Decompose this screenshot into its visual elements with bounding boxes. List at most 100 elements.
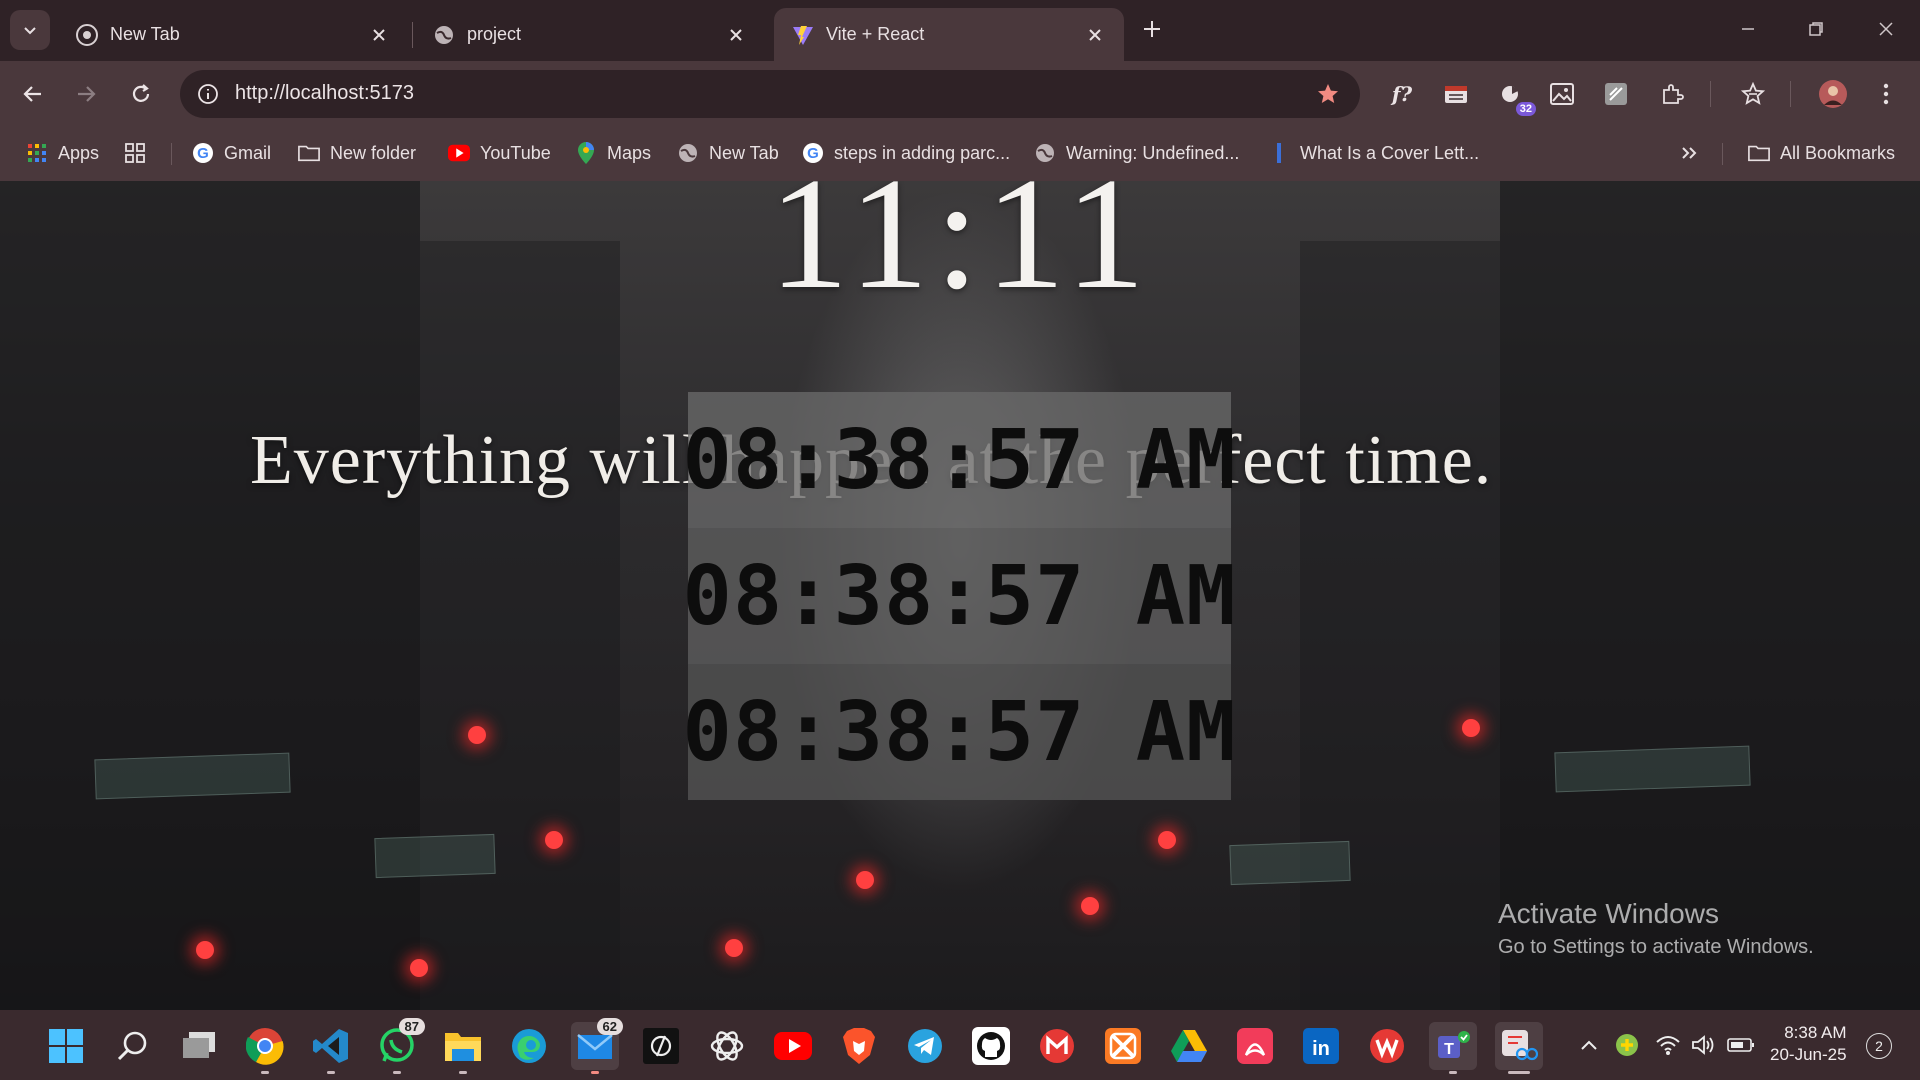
tab-vite-react[interactable]: Vite + React: [774, 8, 1124, 61]
bookmarks-overflow-button[interactable]: [1678, 137, 1710, 169]
tab-title: Vite + React: [826, 24, 925, 44]
background-building: [1300, 241, 1500, 1010]
clock-time: 08:38:57 AM: [682, 684, 1237, 780]
show-hidden-icons-button[interactable]: [1578, 1032, 1600, 1058]
notes-extension-icon[interactable]: [1598, 76, 1634, 112]
dark-app-taskbar[interactable]: [637, 1022, 685, 1070]
google-drive-taskbar-app[interactable]: [1165, 1022, 1213, 1070]
bookmark-warning-undefined[interactable]: Warning: Undefined...: [1034, 137, 1239, 169]
search-button[interactable]: [109, 1022, 157, 1070]
vscode-taskbar-app[interactable]: [307, 1022, 355, 1074]
close-window-button[interactable]: [1866, 14, 1906, 44]
github-taskbar-app[interactable]: [967, 1022, 1015, 1070]
bookmark-star-icon[interactable]: [1314, 80, 1342, 108]
linkedin-icon: in: [1303, 1028, 1339, 1064]
bookmark-cover-letter[interactable]: What Is a Cover Lett...: [1268, 137, 1479, 169]
url-text[interactable]: http://localhost:5173: [235, 82, 414, 105]
extension-with-badge-icon[interactable]: 32: [1494, 76, 1536, 116]
extensions-puzzle-icon[interactable]: [1654, 76, 1690, 112]
whatsapp-taskbar-app[interactable]: 87: [373, 1018, 425, 1074]
task-view-button[interactable]: [175, 1022, 223, 1070]
wps-office-taskbar-app[interactable]: [1363, 1022, 1411, 1070]
bookmark-apps[interactable]: Apps: [26, 137, 99, 169]
battery-status[interactable]: [1726, 1032, 1756, 1058]
linkedin-taskbar-app[interactable]: in: [1297, 1022, 1345, 1070]
snipping-tool-taskbar-app[interactable]: [1495, 1022, 1543, 1074]
forward-button[interactable]: [68, 76, 104, 112]
teams-taskbar-app[interactable]: T: [1429, 1022, 1477, 1074]
tab-project[interactable]: project: [415, 8, 765, 61]
restore-icon: [1809, 22, 1823, 36]
running-indicator: [459, 1071, 467, 1074]
bookmark-new-tab[interactable]: New Tab: [677, 137, 779, 169]
bookmark-youtube[interactable]: YouTube: [448, 137, 551, 169]
globe-icon: [677, 142, 699, 164]
new-tab-button[interactable]: [1135, 12, 1169, 46]
traffic-light: [1462, 719, 1480, 737]
telegram-taskbar-app[interactable]: [901, 1022, 949, 1070]
notification-center-button[interactable]: 2: [1866, 1033, 1892, 1059]
svg-text:G: G: [807, 145, 819, 162]
globe-icon: [433, 24, 455, 46]
tray-app-icon[interactable]: [1614, 1032, 1640, 1058]
bookmark-maps[interactable]: Maps: [575, 137, 651, 169]
chatgpt-taskbar-app[interactable]: [703, 1022, 751, 1070]
traffic-light: [856, 871, 874, 889]
restore-button[interactable]: [1796, 14, 1836, 44]
bookmark-new-folder[interactable]: New folder: [298, 137, 416, 169]
google-icon: G: [802, 142, 824, 164]
bookmark-steps-parcel[interactable]: G steps in adding parc...: [802, 137, 1010, 169]
close-icon[interactable]: [368, 24, 390, 46]
tab-search-button[interactable]: [10, 10, 50, 50]
telegram-icon: [908, 1029, 942, 1063]
profile-avatar[interactable]: [1815, 76, 1851, 112]
notification-badge: 62: [596, 1018, 623, 1035]
chatgpt-icon: [710, 1031, 744, 1061]
folder-icon: [445, 1033, 481, 1061]
volume-status[interactable]: [1690, 1032, 1718, 1058]
tab-new-tab[interactable]: New Tab: [58, 8, 408, 61]
minimize-button[interactable]: [1728, 14, 1768, 44]
bookmark-divider: [171, 143, 172, 165]
google-icon: G: [192, 142, 214, 164]
address-bar[interactable]: http://localhost:5173: [180, 70, 1360, 118]
minimize-icon: [1742, 28, 1754, 30]
extension-badge: 32: [1515, 102, 1536, 116]
running-indicator: [591, 1071, 599, 1074]
all-bookmarks-button[interactable]: All Bookmarks: [1748, 137, 1895, 169]
xampp-taskbar-app[interactable]: [1099, 1022, 1147, 1070]
edge-taskbar-app[interactable]: [505, 1022, 553, 1070]
back-button[interactable]: [15, 76, 51, 112]
taskbar-clock[interactable]: 8:38 AM 20-Jun-25: [1770, 1022, 1847, 1066]
notification-badge: 87: [398, 1018, 425, 1035]
image-extension-icon[interactable]: [1544, 76, 1580, 112]
start-button[interactable]: [42, 1022, 90, 1070]
speaker-icon: [1692, 1035, 1714, 1055]
wifi-status[interactable]: [1654, 1032, 1682, 1058]
reload-button[interactable]: [123, 76, 159, 112]
site-info-icon[interactable]: [194, 80, 222, 108]
reading-list-star-icon[interactable]: [1735, 76, 1771, 112]
bookmark-gmail[interactable]: G Gmail: [192, 137, 271, 169]
gmail-taskbar-app[interactable]: [1033, 1022, 1081, 1070]
close-icon[interactable]: [725, 24, 747, 46]
chrome-taskbar-app[interactable]: [241, 1022, 289, 1074]
battery-icon: [1727, 1038, 1754, 1052]
tab-groups-button[interactable]: [124, 137, 156, 169]
menu-kebab-icon[interactable]: [1868, 76, 1904, 112]
street-sign: [374, 833, 496, 879]
vite-icon: [792, 24, 814, 46]
mail-taskbar-app[interactable]: 62: [571, 1018, 623, 1074]
tab-strip: New Tab project Vite + React: [0, 0, 1920, 61]
activate-windows-watermark: Activate Windows Go to Settings to activ…: [1498, 898, 1814, 959]
youtube-icon: [774, 1032, 812, 1060]
brave-taskbar-app[interactable]: [835, 1022, 883, 1070]
pdf-app-taskbar[interactable]: [1231, 1022, 1279, 1070]
formula-extension-icon[interactable]: f?: [1384, 76, 1420, 112]
youtube-taskbar-app[interactable]: [769, 1022, 817, 1070]
traffic-light: [1081, 897, 1099, 915]
close-icon[interactable]: [1084, 24, 1106, 46]
street-sign: [1554, 745, 1751, 793]
calendar-extension-icon[interactable]: [1438, 76, 1474, 112]
file-explorer-taskbar-app[interactable]: [439, 1022, 487, 1074]
